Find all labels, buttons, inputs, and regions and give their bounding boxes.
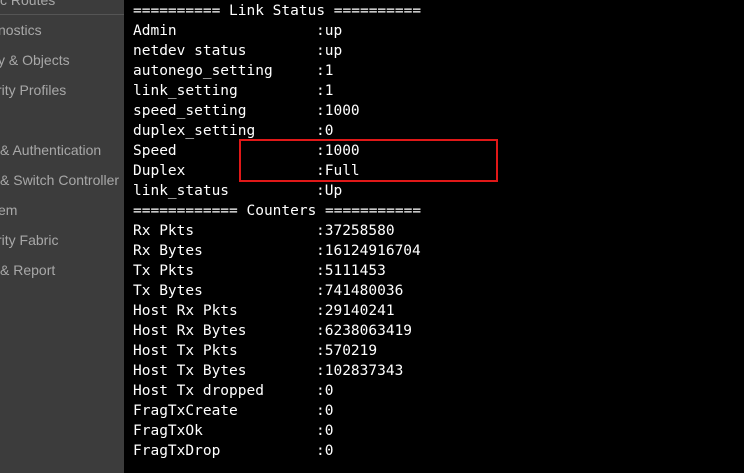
terminal-row: Host Tx dropped :0 <box>133 381 333 401</box>
terminal-row: FragTxOk :0 <box>133 421 333 441</box>
sidebar-item-log-report[interactable]: & Report <box>0 260 55 280</box>
row-key: autonego_setting <box>133 63 273 79</box>
terminal-row: FragTxDrop :0 <box>133 441 333 461</box>
row-key: link_status <box>133 183 230 199</box>
terminal-row: Host Rx Bytes :6238063419 <box>133 321 412 341</box>
row-value: :up <box>316 23 343 39</box>
row-value: :Up <box>316 183 343 199</box>
terminal-row: duplex_setting :0 <box>133 121 333 141</box>
row-value: :0 <box>316 403 334 419</box>
row-value: :0 <box>316 123 334 139</box>
row-value: :1 <box>316 83 334 99</box>
terminal-row: Host Tx Pkts :570219 <box>133 341 377 361</box>
row-key: duplex_setting <box>133 123 256 139</box>
terminal-row: netdev status :up <box>133 41 342 61</box>
speed-duplex-highlight-box <box>239 139 498 182</box>
row-value: :16124916704 <box>316 243 421 259</box>
row-value: :0 <box>316 443 334 459</box>
terminal-row: autonego_setting :1 <box>133 61 333 81</box>
terminal-row: Tx Pkts :5111453 <box>133 261 386 281</box>
sidebar-divider <box>0 14 124 15</box>
row-key: Host Rx Pkts <box>133 303 238 319</box>
link-status-header: ========== Link Status ========== <box>133 3 422 19</box>
sidebar-item-security-fabric[interactable]: rity Fabric <box>0 230 58 250</box>
row-value: :5111453 <box>316 263 386 279</box>
row-key: Rx Bytes <box>133 243 203 259</box>
terminal-row: Host Tx Bytes :102837343 <box>133 361 403 381</box>
row-key: speed_setting <box>133 103 247 119</box>
terminal-row: Host Rx Pkts :29140241 <box>133 301 395 321</box>
row-key: Host Tx Bytes <box>133 363 247 379</box>
terminal-row: speed_setting :1000 <box>133 101 360 121</box>
sidebar-item-diagnostics[interactable]: nostics <box>0 20 42 40</box>
sidebar-nav: c Routes nostics y & Objects rity Profil… <box>0 0 124 473</box>
row-value: :102837343 <box>316 363 404 379</box>
sidebar-item-routes[interactable]: c Routes <box>0 0 55 10</box>
row-key: FragTxOk <box>133 423 203 439</box>
row-value: :1 <box>316 63 334 79</box>
row-key: FragTxDrop <box>133 443 221 459</box>
sidebar-item-system[interactable]: em <box>0 200 17 220</box>
row-value: :up <box>316 43 343 59</box>
row-key: FragTxCreate <box>133 403 238 419</box>
row-key: Host Tx dropped <box>133 383 264 399</box>
row-key: Admin <box>133 23 177 39</box>
row-value: :570219 <box>316 343 378 359</box>
row-key: Host Tx Pkts <box>133 343 238 359</box>
row-value: :0 <box>316 383 334 399</box>
row-key: Host Rx Bytes <box>133 323 247 339</box>
terminal-row: Tx Bytes :741480036 <box>133 281 403 301</box>
row-value: :1000 <box>316 103 360 119</box>
terminal-row: Admin :up <box>133 21 342 41</box>
row-value: :29140241 <box>316 303 395 319</box>
sidebar-item-user-authentication[interactable]: & Authentication <box>0 140 101 160</box>
row-value: :6238063419 <box>316 323 413 339</box>
sidebar-item-wifi-switch-controller[interactable]: & Switch Controller <box>0 170 119 190</box>
row-key: link_setting <box>133 83 238 99</box>
terminal-row: FragTxCreate :0 <box>133 401 333 421</box>
row-key: netdev status <box>133 43 247 59</box>
sidebar-item-security-profiles[interactable]: rity Profiles <box>0 80 66 100</box>
row-value: :37258580 <box>316 223 395 239</box>
terminal-output[interactable]: ========== Link Status ========== Admin:… <box>124 0 744 473</box>
sidebar-item-policy-objects[interactable]: y & Objects <box>0 50 70 70</box>
row-key: Rx Pkts <box>133 223 195 239</box>
terminal-row: Rx Bytes :16124916704 <box>133 241 421 261</box>
row-value: :0 <box>316 423 334 439</box>
terminal-row: link_setting :1 <box>133 81 333 101</box>
row-value: :741480036 <box>316 283 404 299</box>
terminal-row: Rx Pkts :37258580 <box>133 221 395 241</box>
row-key: Tx Bytes <box>133 283 203 299</box>
terminal-row: link_status :Up <box>133 181 342 201</box>
row-key: Tx Pkts <box>133 263 195 279</box>
counters-header: ============ Counters =========== <box>133 203 422 219</box>
